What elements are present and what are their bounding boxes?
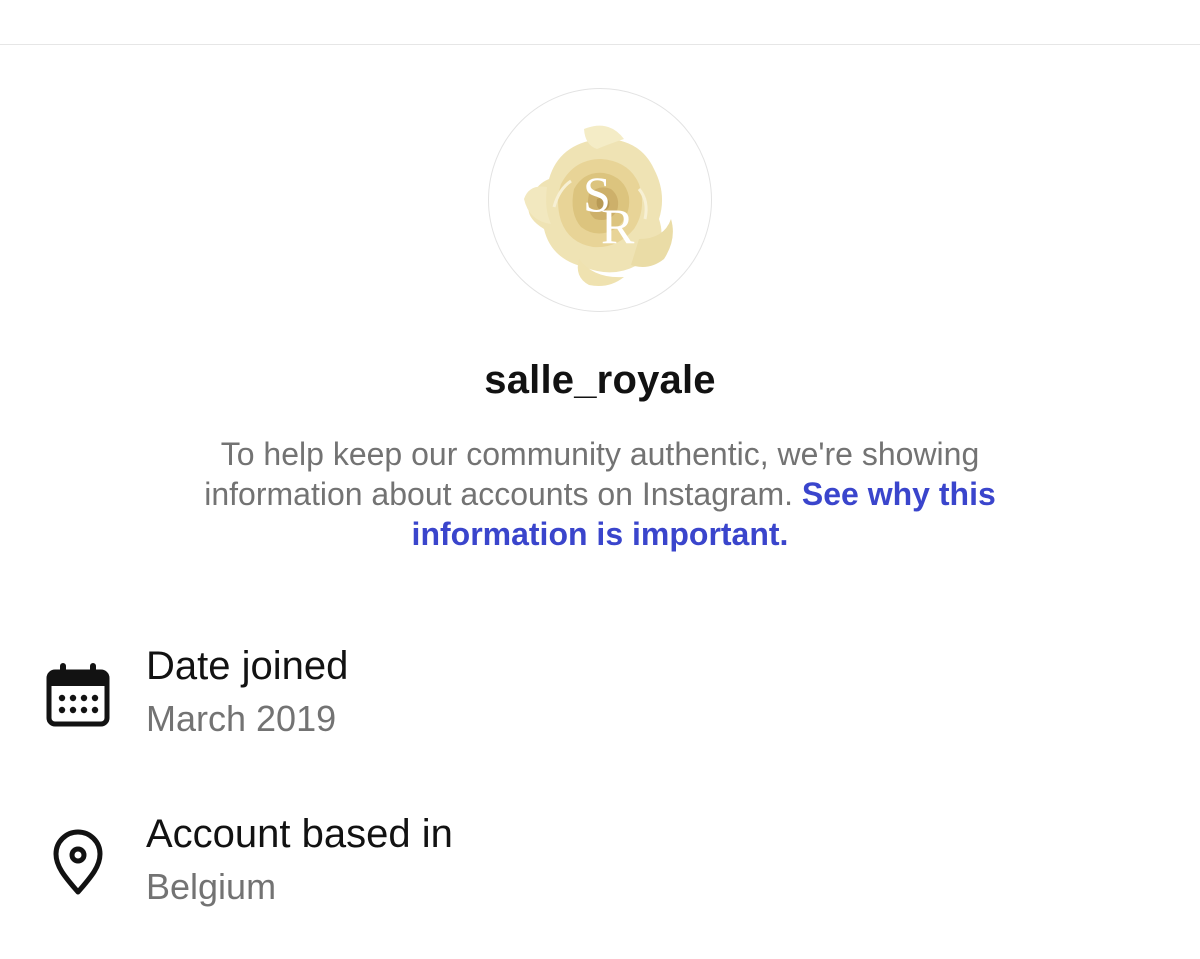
date-joined-row: Date joined March 2019 [0, 640, 1200, 750]
profile-username: salle_royale [484, 358, 716, 402]
account-based-in-value: Belgium [146, 866, 277, 907]
location-pin-icon [53, 829, 103, 895]
authenticity-explainer: To help keep our community authentic, we… [150, 434, 1050, 554]
date-joined-value: March 2019 [146, 698, 337, 739]
account-based-in-label: Account based in [146, 812, 453, 856]
profile-avatar[interactable]: S R [488, 88, 712, 312]
date-joined-label: Date joined [146, 644, 349, 688]
account-based-in-row: Account based in Belgium [0, 808, 1200, 918]
calendar-icon [46, 663, 110, 727]
rose-monogram-logo: S R [524, 125, 673, 286]
svg-text:R: R [601, 198, 635, 254]
header-divider [0, 44, 1200, 45]
